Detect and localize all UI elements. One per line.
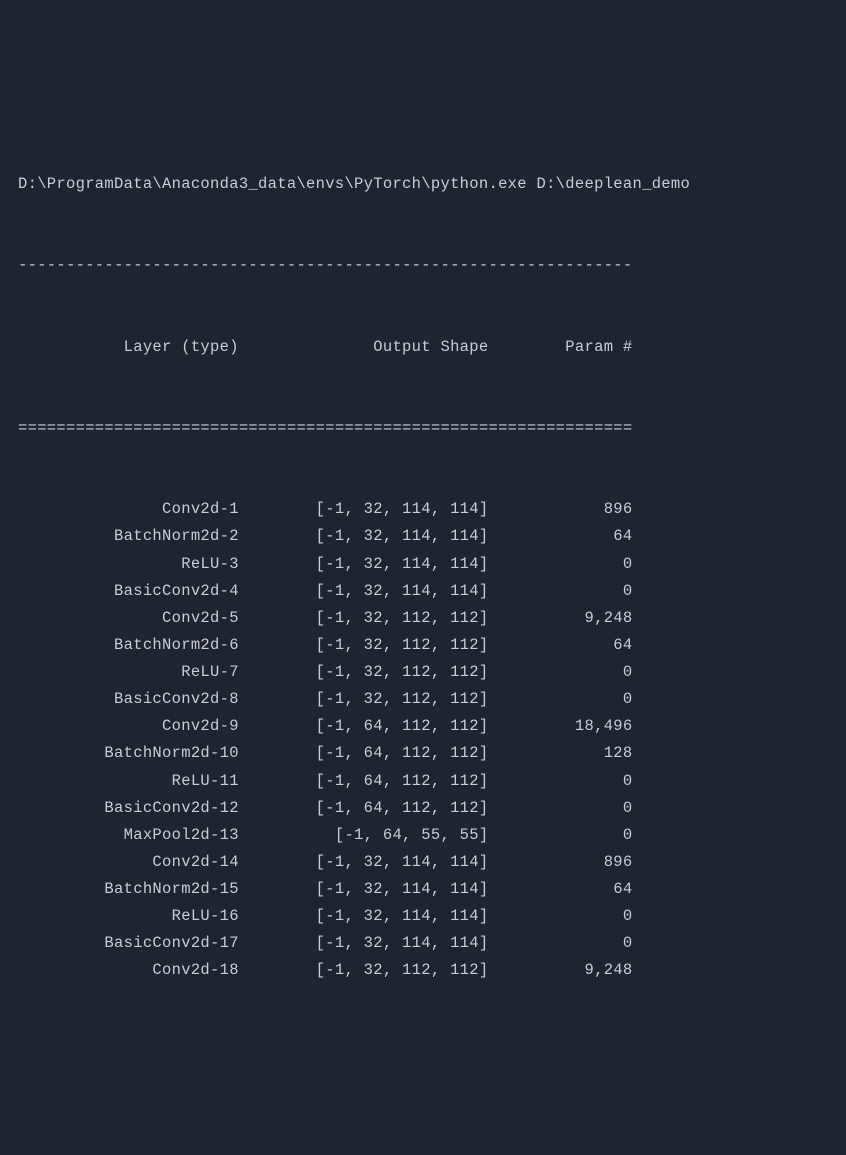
table-row: BatchNorm2d-10 [-1, 64, 112, 112] 128	[18, 740, 846, 767]
table-row: ReLU-3 [-1, 32, 114, 114] 0	[18, 551, 846, 578]
table-row: Conv2d-18 [-1, 32, 112, 112] 9,248	[18, 957, 846, 984]
table-row: Conv2d-5 [-1, 32, 112, 112] 9,248	[18, 605, 846, 632]
divider-header: ========================================…	[18, 415, 846, 442]
table-row: BatchNorm2d-2 [-1, 32, 114, 114] 64	[18, 523, 846, 550]
table-row: MaxPool2d-13 [-1, 64, 55, 55] 0	[18, 822, 846, 849]
terminal-output: D:\ProgramData\Anaconda3_data\envs\PyTor…	[0, 117, 846, 1012]
table-row: BasicConv2d-17 [-1, 32, 114, 114] 0	[18, 930, 846, 957]
divider-top: ----------------------------------------…	[18, 252, 846, 279]
table-header: Layer (type) Output Shape Param #	[18, 334, 846, 361]
command-line: D:\ProgramData\Anaconda3_data\envs\PyTor…	[18, 171, 846, 198]
table-row: Conv2d-14 [-1, 32, 114, 114] 896	[18, 849, 846, 876]
table-row: BatchNorm2d-6 [-1, 32, 112, 112] 64	[18, 632, 846, 659]
table-row: BasicConv2d-4 [-1, 32, 114, 114] 0	[18, 578, 846, 605]
table-row: Conv2d-9 [-1, 64, 112, 112] 18,496	[18, 713, 846, 740]
table-row: BasicConv2d-8 [-1, 32, 112, 112] 0	[18, 686, 846, 713]
table-row: Conv2d-1 [-1, 32, 114, 114] 896	[18, 496, 846, 523]
table-row: ReLU-7 [-1, 32, 112, 112] 0	[18, 659, 846, 686]
table-row: BatchNorm2d-15 [-1, 32, 114, 114] 64	[18, 876, 846, 903]
table-body: Conv2d-1 [-1, 32, 114, 114] 896 BatchNor…	[18, 496, 846, 984]
table-row: ReLU-11 [-1, 64, 112, 112] 0	[18, 768, 846, 795]
table-row: BasicConv2d-12 [-1, 64, 112, 112] 0	[18, 795, 846, 822]
table-row: ReLU-16 [-1, 32, 114, 114] 0	[18, 903, 846, 930]
